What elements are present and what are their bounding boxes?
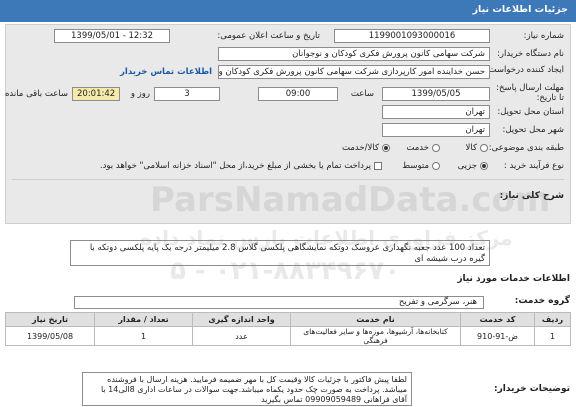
table-row: 1 ض-91-910 کتابخانه‌ها، آرشیوها، موزه‌ها… bbox=[5, 326, 571, 346]
buyer-field: شرکت سهامی کانون پرورش فکری کودکان و نوج… bbox=[218, 47, 490, 61]
cell-unit: عدد bbox=[192, 326, 291, 346]
deadline-date-field: 1399/05/05 bbox=[382, 87, 490, 101]
days-field: 3 bbox=[154, 87, 220, 101]
announce-date-field: 1399/05/01 - 12:32 bbox=[54, 29, 170, 43]
radio-selected-icon bbox=[480, 161, 488, 170]
announce-label: تاریخ و ساعت اعلان عمومی: bbox=[217, 31, 320, 41]
buyer-contact-link[interactable]: اطلاعات تماس خریدار bbox=[120, 67, 212, 77]
service-group-label: گروه خدمت: bbox=[514, 296, 570, 306]
province-label: استان محل تحویل: bbox=[497, 107, 564, 117]
creator-field: حسن خداینده امور کارپردازی شرکت سهامی کا… bbox=[218, 65, 490, 79]
category-label: طبقه بندی موضوعی: bbox=[488, 143, 564, 153]
category-option-goods-service[interactable]: کالا/خدمت bbox=[342, 143, 390, 153]
province-field: تهران bbox=[382, 105, 490, 119]
cell-quantity: 1 bbox=[94, 326, 193, 346]
need-number-label: شماره نیاز: bbox=[523, 31, 564, 41]
col-service-code: کد خدمت bbox=[460, 312, 535, 327]
deadline-time-label: ساعت bbox=[350, 89, 374, 99]
remaining-label: ساعت باقی مانده bbox=[4, 89, 68, 99]
treasury-payment-option[interactable]: پرداخت تمام یا بخشی از مبلغ خرید،از محل … bbox=[100, 161, 382, 171]
city-label: شهر محل تحویل: bbox=[502, 125, 564, 135]
col-quantity: تعداد / مقدار bbox=[94, 312, 193, 327]
col-row-number: ردیف bbox=[534, 312, 571, 327]
cell-service-name: کتابخانه‌ها، آرشیوها، موزه‌ها و سایر فعا… bbox=[290, 326, 461, 346]
radio-icon bbox=[432, 143, 440, 152]
city-field: تهران bbox=[382, 123, 490, 137]
radio-icon bbox=[432, 161, 440, 170]
remaining-time-field: 20:01:42 bbox=[72, 87, 120, 101]
services-section-title: اطلاعات خدمات مورد نیاز bbox=[457, 274, 570, 284]
summary-label: شرح کلی نیاز: bbox=[499, 191, 564, 201]
col-unit: واحد اندازه گیری bbox=[192, 312, 291, 327]
need-number-field: 1199001093000016 bbox=[334, 29, 490, 43]
col-need-date: تاریخ نیاز bbox=[5, 312, 95, 327]
cell-row-number: 1 bbox=[534, 326, 571, 346]
process-option-medium[interactable]: متوسط bbox=[402, 161, 440, 171]
process-option-minor[interactable]: جزیی bbox=[458, 161, 488, 171]
buyer-notes-field: لطفا پیش فاکتور با جزئیات کالا وقیمت کل … bbox=[82, 372, 412, 406]
radio-selected-icon bbox=[382, 143, 390, 152]
divider bbox=[12, 179, 564, 180]
col-service-name: نام خدمت bbox=[290, 312, 461, 327]
table-header-row: ردیف کد خدمت نام خدمت واحد اندازه گیری ت… bbox=[5, 312, 571, 327]
deadline-time-field: 09:00 bbox=[258, 87, 338, 101]
creator-label: ایجاد کننده درخواست: bbox=[485, 65, 564, 75]
services-table: ردیف کد خدمت نام خدمت واحد اندازه گیری ت… bbox=[5, 312, 571, 346]
cell-need-date: 1399/05/08 bbox=[5, 326, 95, 346]
need-details-panel: شماره نیاز: 1199001093000016 تاریخ و ساع… bbox=[5, 24, 571, 224]
radio-icon bbox=[480, 143, 488, 152]
category-option-goods[interactable]: کالا bbox=[466, 143, 488, 153]
cell-service-code: ض-91-910 bbox=[460, 326, 535, 346]
page-header: جزئیات اطلاعات نیاز bbox=[0, 0, 576, 22]
buyer-label: نام دستگاه خریدار: bbox=[497, 49, 564, 59]
process-label: نوع فرآیند خرید : bbox=[503, 161, 564, 171]
category-option-service[interactable]: خدمت bbox=[406, 143, 440, 153]
summary-description: تعداد 100 عدد جعبه نگهداری عروسک دوتکه ن… bbox=[70, 240, 490, 266]
page-title: جزئیات اطلاعات نیاز bbox=[472, 4, 568, 15]
days-label: روز و bbox=[130, 89, 150, 99]
buyer-notes-label: توضیحات خریدار: bbox=[494, 384, 570, 394]
checkbox-icon bbox=[374, 161, 382, 170]
service-group-field: هنر، سرگرمی و تفریح bbox=[74, 296, 484, 309]
deadline-label: مهلت ارسال پاسخ: تا تاریخ: bbox=[496, 83, 564, 103]
